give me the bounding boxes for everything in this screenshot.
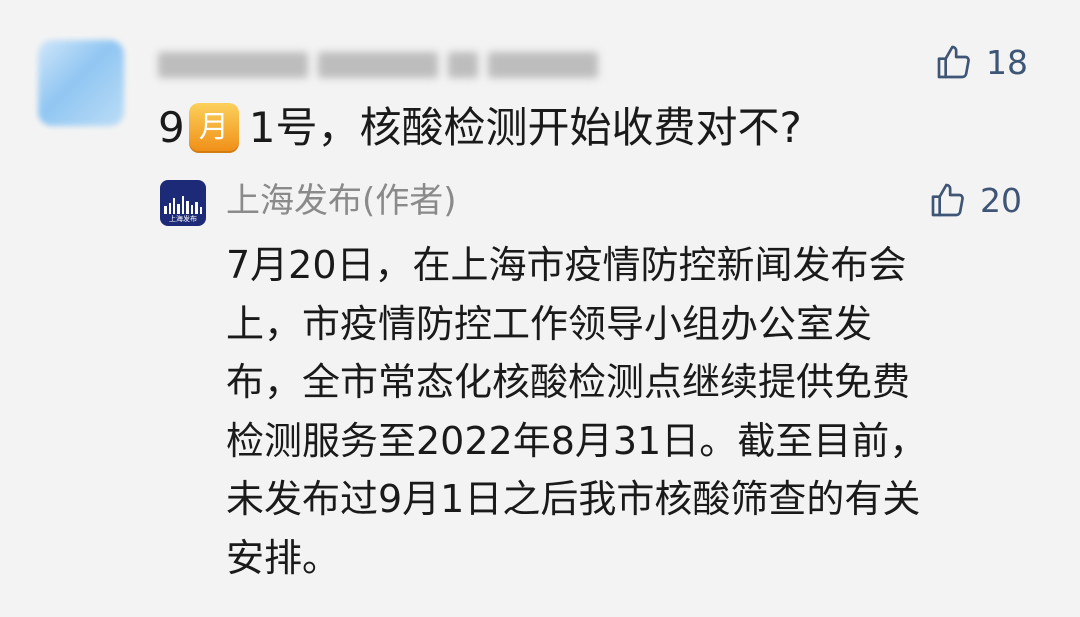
thumbs-up-icon	[937, 45, 970, 79]
reply-author-name[interactable]: 上海发布(作者)	[226, 178, 457, 224]
commenter-username-blurred[interactable]	[158, 46, 598, 84]
reply-line: 7月20日，在上海市疫情防控新闻发布会	[226, 243, 907, 287]
reply-line: 上，市疫情防控工作领导小组办公室发	[226, 301, 873, 346]
comment-like-button[interactable]: 18	[934, 42, 1028, 82]
comment-like-count: 18	[986, 42, 1028, 82]
shanghai-logo-icon[interactable]: 上海发布	[160, 180, 206, 226]
reply-line: 检测服务至2022年8月31日。截至目前，	[226, 418, 928, 463]
comment-text-prefix: 9	[158, 103, 185, 152]
reply-line: 布，全市常态化核酸检测点继续提供免费	[226, 360, 911, 405]
commenter-avatar[interactable]	[38, 40, 124, 126]
reply-line: 未发布过9月1日之后我市核酸筛查的有关	[226, 477, 921, 522]
reply-like-count: 20	[980, 180, 1022, 220]
comment-text-suffix: 1号，核酸检测开始收费对不?	[248, 103, 802, 152]
reply-text: 7月20日，在上海市疫情防控新闻发布会 上，市疫情防控工作领导小组办公室发 布，…	[226, 236, 1016, 588]
month-emoji-icon: 月	[188, 103, 239, 153]
reply-line: 安排。	[226, 535, 341, 580]
logo-caption: 上海发布	[169, 215, 197, 223]
reply-like-button[interactable]: 20	[928, 180, 1022, 220]
comment-text: 9 月 1号，核酸检测开始收费对不?	[158, 100, 802, 156]
skyline-icon	[164, 196, 202, 214]
thumbs-up-icon	[931, 183, 964, 217]
comment-screen: 18 9 月 1号，核酸检测开始收费对不? 上海发布 上海发布(作者) 20 7…	[0, 0, 1080, 617]
